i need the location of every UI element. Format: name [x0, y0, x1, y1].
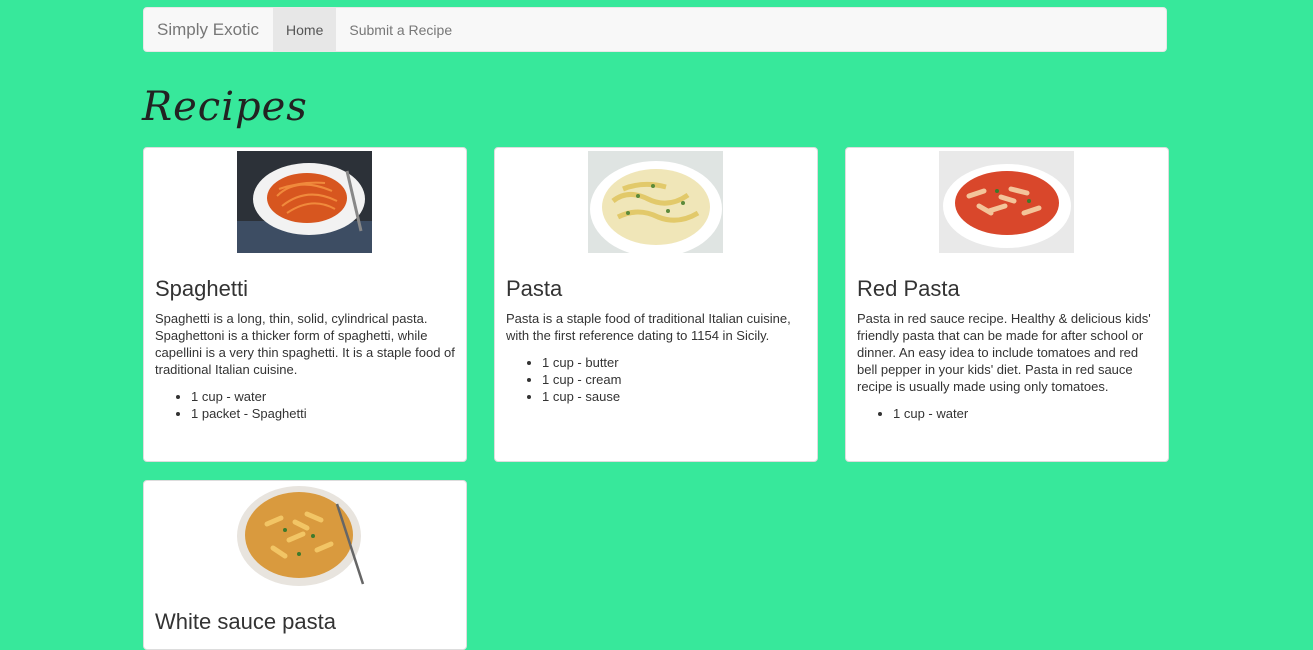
page-title: Recipes — [142, 84, 308, 130]
recipe-card-red-pasta: Red Pasta Pasta in red sauce recipe. Hea… — [845, 147, 1169, 462]
recipe-card-spaghetti: Spaghetti Spaghetti is a long, thin, sol… — [143, 147, 467, 462]
ingredient-item: 1 packet - Spaghetti — [191, 405, 307, 422]
ingredient-item: 1 cup - water — [893, 405, 968, 422]
navbar: Simply Exotic Home Submit a Recipe — [143, 7, 1167, 52]
red-pasta-image — [939, 151, 1074, 253]
nav-submit-recipe-link[interactable]: Submit a Recipe — [336, 8, 465, 51]
recipe-title: Red Pasta — [857, 276, 960, 301]
nav-home-link[interactable]: Home — [273, 8, 337, 51]
recipe-card-white-sauce-pasta: White sauce pasta — [143, 480, 467, 650]
brand-link[interactable]: Simply Exotic — [144, 8, 273, 51]
recipe-description: Pasta in red sauce recipe. Healthy & del… — [857, 311, 1151, 394]
ingredient-item: 1 cup - cream — [542, 371, 621, 388]
recipe-title: Spaghetti — [155, 276, 248, 301]
recipe-description: Spaghetti is a long, thin, solid, cylind… — [155, 311, 455, 377]
recipe-title: Pasta — [506, 276, 563, 301]
recipe-title: White sauce pasta — [155, 609, 336, 634]
ingredient-item: 1 cup - sause — [542, 388, 621, 405]
ingredient-list: 1 cup - butter 1 cup - cream 1 cup - sau… — [506, 354, 621, 405]
ingredient-list: 1 cup - water — [857, 405, 968, 422]
ingredient-item: 1 cup - water — [191, 388, 307, 405]
white-sauce-pasta-image — [237, 484, 372, 586]
recipe-card-pasta: Pasta Pasta is a staple food of traditio… — [494, 147, 818, 462]
ingredient-list: 1 cup - water 1 packet - Spaghetti — [155, 388, 307, 422]
ingredient-item: 1 cup - butter — [542, 354, 621, 371]
pasta-image — [588, 151, 723, 253]
spaghetti-image — [237, 151, 372, 253]
recipe-description: Pasta is a staple food of traditional It… — [506, 311, 791, 343]
